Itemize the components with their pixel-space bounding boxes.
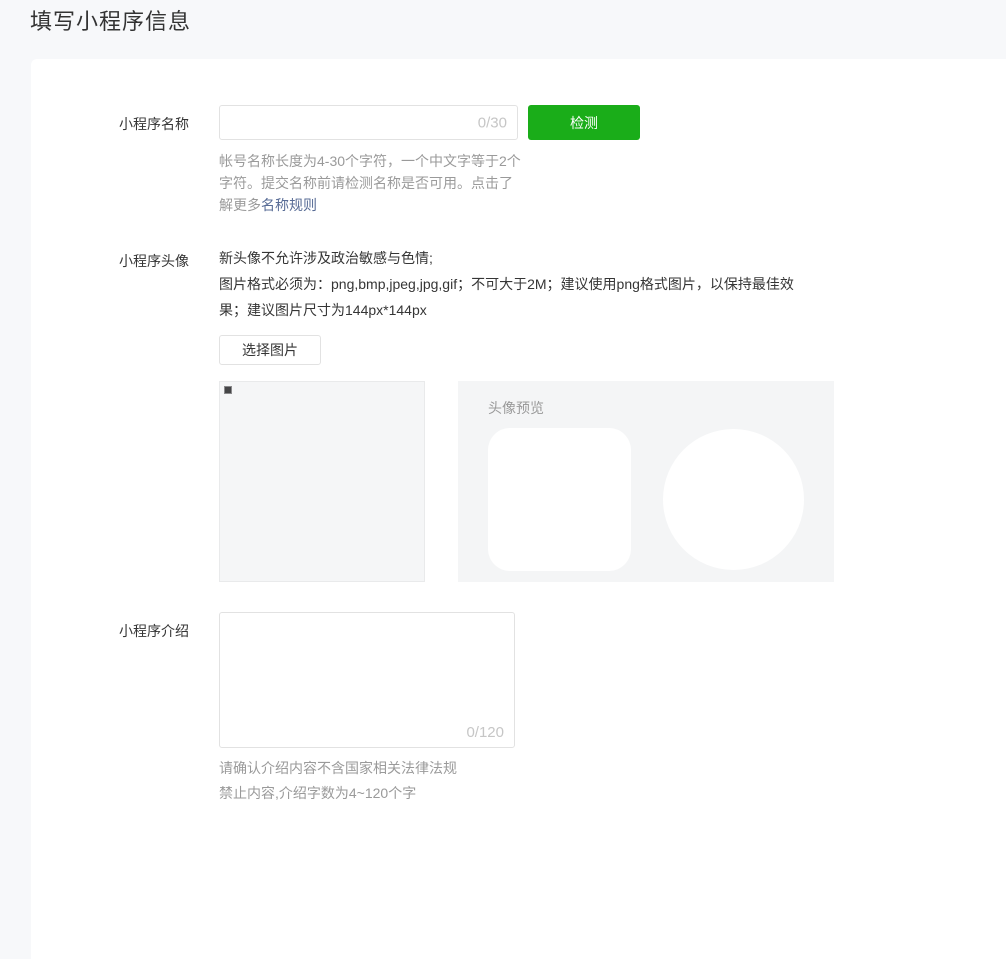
mini-program-intro-row: 小程序介绍 0/120 请确认介绍内容不含国家相关法律法规 禁止内容,介绍字数为… <box>119 612 1006 806</box>
name-helper-text: 帐号名称长度为4-30个字符，一个中文字等于2个字符。提交名称前请检测名称是否可… <box>219 150 523 216</box>
name-input-wrap: 0/30 <box>219 105 518 140</box>
name-label: 小程序名称 <box>119 105 219 134</box>
name-rules-link[interactable]: 名称规则 <box>261 197 317 213</box>
name-input[interactable] <box>220 106 517 139</box>
mini-program-name-row: 小程序名称 0/30 检测 帐号名称长度为4-30个字符，一个中文字等于2个字符… <box>119 105 1006 216</box>
check-name-button[interactable]: 检测 <box>528 105 640 140</box>
intro-helper-line2: 禁止内容,介绍字数为4~120个字 <box>219 785 416 801</box>
mini-program-avatar-row: 小程序头像 新头像不允许涉及政治敏感与色情; 图片格式必须为：png,bmp,j… <box>119 242 1006 582</box>
avatar-preview-title: 头像预览 <box>488 399 804 417</box>
page-title: 填写小程序信息 <box>0 0 1006 40</box>
intro-textarea-wrap: 0/120 <box>219 612 515 748</box>
choose-image-button[interactable]: 选择图片 <box>219 335 321 365</box>
intro-char-counter: 0/120 <box>466 724 504 741</box>
intro-label: 小程序介绍 <box>119 612 219 641</box>
avatar-label: 小程序头像 <box>119 242 219 271</box>
avatar-rule-line1: 新头像不允许涉及政治敏感与色情; <box>219 250 433 266</box>
avatar-preview-square <box>488 428 631 571</box>
form-card: 小程序名称 0/30 检测 帐号名称长度为4-30个字符，一个中文字等于2个字符… <box>31 59 1006 959</box>
intro-helper-line1: 请确认介绍内容不含国家相关法律法规 <box>219 760 457 776</box>
broken-image-icon <box>224 386 232 394</box>
avatar-preview-circle <box>663 429 804 570</box>
avatar-upload-box[interactable] <box>219 381 425 582</box>
intro-helper-text: 请确认介绍内容不含国家相关法律法规 禁止内容,介绍字数为4~120个字 <box>219 756 1006 806</box>
avatar-rule-line2: 图片格式必须为：png,bmp,jpeg,jpg,gif；不可大于2M；建议使用… <box>219 276 794 318</box>
avatar-rules-text: 新头像不允许涉及政治敏感与色情; 图片格式必须为：png,bmp,jpeg,jp… <box>219 242 821 323</box>
name-char-counter: 0/30 <box>478 114 507 131</box>
avatar-preview-panel: 头像预览 <box>458 381 834 582</box>
